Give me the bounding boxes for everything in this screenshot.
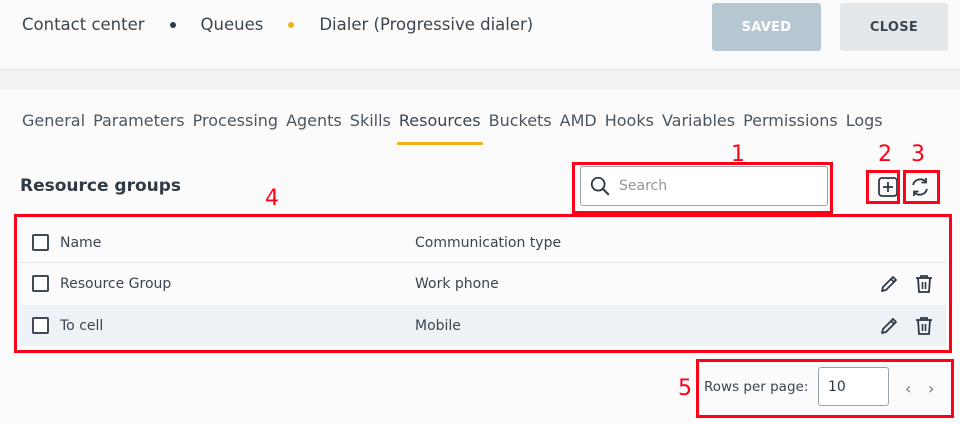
breadcrumb-item-queues[interactable]: Queues [201,15,264,34]
tab-buckets[interactable]: Buckets [489,111,552,130]
tab-agents[interactable]: Agents [286,111,342,130]
section-title: Resource groups [20,176,182,196]
annotation-box-refresh [903,170,940,204]
tab-parameters[interactable]: Parameters [93,111,185,130]
tab-skills[interactable]: Skills [350,111,391,130]
tab-amd[interactable]: AMD [560,111,597,130]
breadcrumb-separator-dot [169,21,176,28]
annotation-box-add [866,170,900,204]
annotation-box-search [572,162,833,214]
tab-general[interactable]: General [22,111,85,130]
tab-bar: General Parameters Processing Agents Ski… [22,111,891,145]
tab-logs[interactable]: Logs [846,111,883,130]
annotation-number: 2 [878,142,892,167]
page-header: Contact center Queues Dialer (Progressiv… [0,0,960,70]
breadcrumb-separator-dot [288,21,295,28]
breadcrumb: Contact center Queues Dialer (Progressiv… [22,15,533,34]
annotation-box-table [14,214,952,353]
tab-permissions[interactable]: Permissions [743,111,838,130]
tab-hooks[interactable]: Hooks [605,111,654,130]
tab-variables[interactable]: Variables [662,111,735,130]
annotation-number: 4 [265,186,279,211]
annotation-number: 3 [911,142,925,167]
breadcrumb-item-dialer: Dialer (Progressive dialer) [319,15,534,34]
annotation-box-pagination [696,359,954,418]
tab-processing[interactable]: Processing [193,111,278,130]
annotation-number: 5 [678,376,692,401]
close-button[interactable]: CLOSE [840,3,948,51]
breadcrumb-item-contact-center[interactable]: Contact center [22,15,145,34]
annotation-number: 1 [731,142,745,167]
tab-resources[interactable]: Resources [396,111,483,145]
saved-button[interactable]: SAVED [712,3,821,51]
